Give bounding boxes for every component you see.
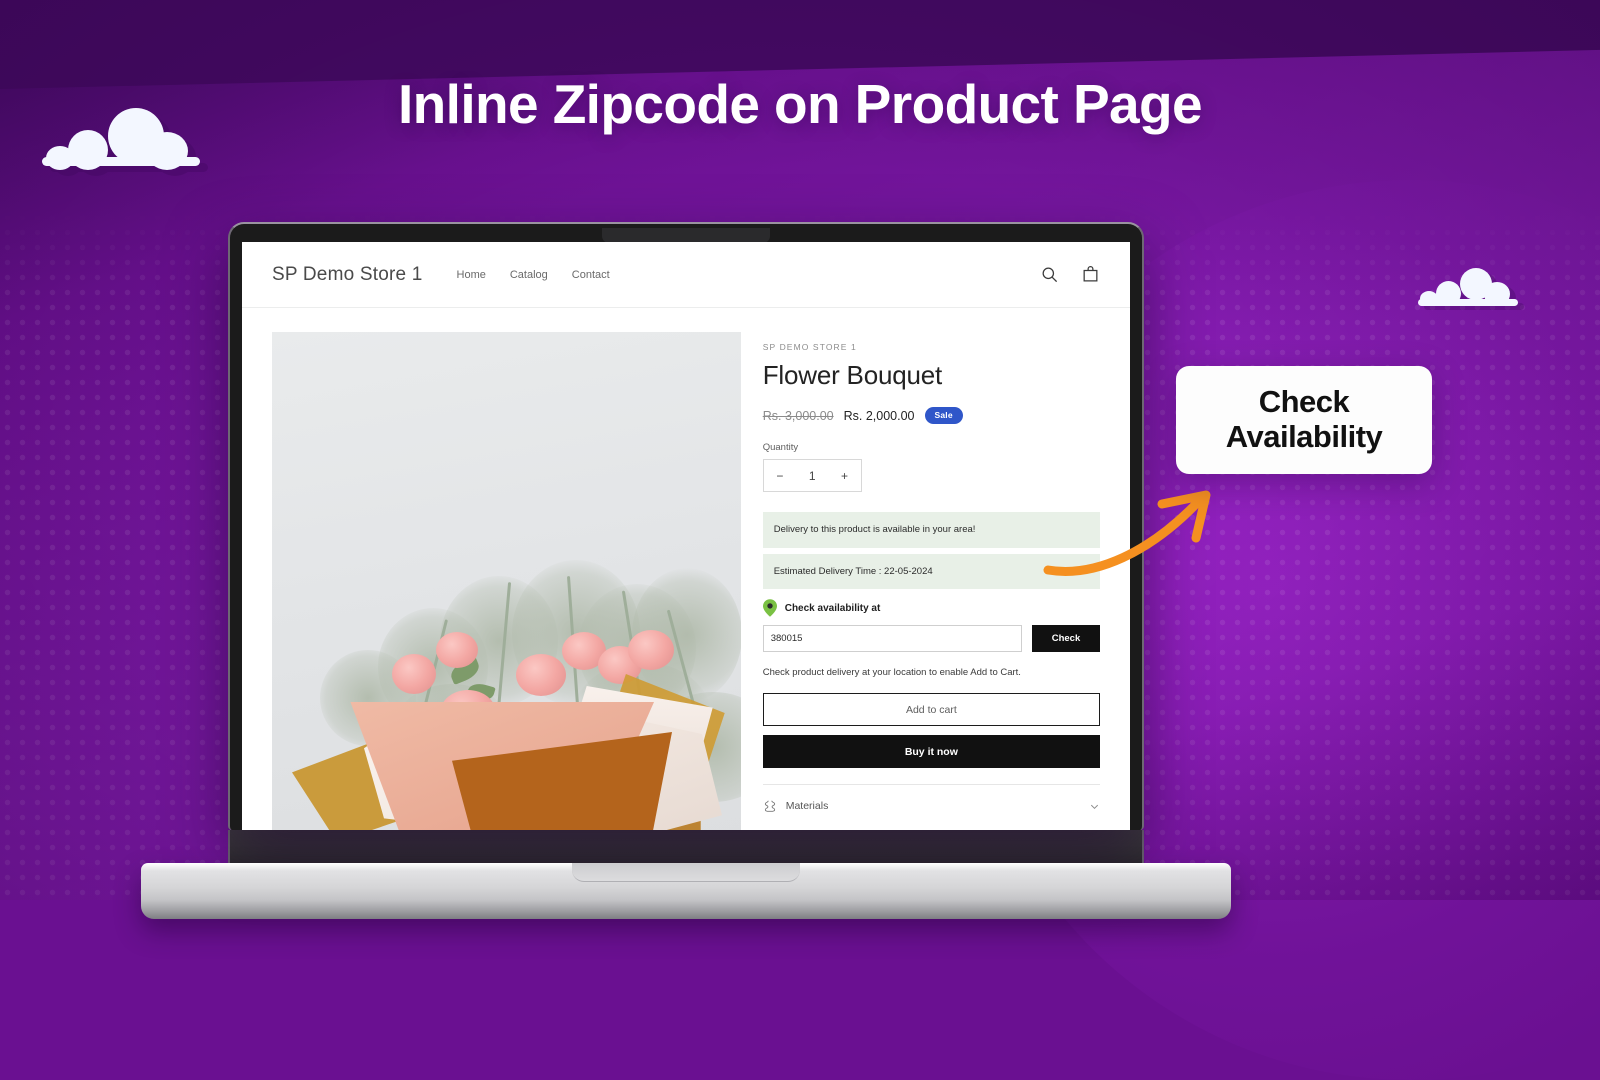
cart-icon[interactable] [1081,265,1100,284]
laptop-lid: SP Demo Store 1 Home Catalog Contact SP … [228,222,1144,830]
store-logo-title[interactable]: SP Demo Store 1 [272,264,423,286]
sale-badge: Sale [924,407,963,424]
buy-it-now-button[interactable]: Buy it now [762,735,1100,769]
laptop-hinge [228,830,1144,864]
add-to-cart-button[interactable]: Add to cart [762,693,1100,727]
laptop-trackpad-notch [572,863,800,882]
availability-label: Check availability at [784,602,881,614]
zipcode-row: Check [762,625,1100,653]
product-gallery [242,332,741,830]
price-row: Rs. 3,000.00 Rs. 2,000.00 Sale [763,407,1100,424]
check-availability-callout: Check Availability [1176,366,1432,474]
search-icon[interactable] [1040,265,1059,284]
check-availability-button[interactable]: Check [1032,625,1100,653]
zipcode-input[interactable] [762,625,1022,653]
curved-arrow [1043,490,1211,576]
product-vendor: SP DEMO STORE 1 [762,342,857,352]
materials-accordion[interactable]: Materials [762,784,1100,813]
product-title: Flower Bouquet [762,360,943,390]
laptop-mockup: SP Demo Store 1 Home Catalog Contact SP … [141,222,1231,919]
nav-link-contact[interactable]: Contact [572,269,610,281]
chevron-down-icon[interactable] [1089,801,1100,812]
quantity-stepper[interactable]: − 1 + [762,459,862,492]
header-actions [1040,265,1100,284]
product-image[interactable] [272,332,741,830]
quantity-increase-button[interactable]: + [828,469,860,483]
location-pin-icon [762,599,777,617]
page-title: Inline Zipcode on Product Page [397,73,1203,135]
store-nav: Home Catalog Contact [457,269,610,281]
nav-link-catalog[interactable]: Catalog [510,269,548,281]
materials-icon [764,800,775,812]
availability-row: Check availability at [762,599,1100,617]
add-to-cart-hint: Check product delivery at your location … [762,667,1021,679]
cloud-right-decoration [1418,268,1518,306]
product-section: SP DEMO STORE 1 Flower Bouquet Rs. 3,000… [242,308,1130,830]
store-header: SP Demo Store 1 Home Catalog Contact [242,242,1130,308]
quantity-decrease-button[interactable]: − [764,469,796,483]
compare-at-price: Rs. 3,000.00 [762,408,834,423]
laptop-base [141,863,1231,919]
browser-screen: SP Demo Store 1 Home Catalog Contact SP … [242,242,1130,830]
quantity-label: Quantity [762,442,799,453]
current-price: Rs. 2,000.00 [843,408,915,423]
laptop-camera-notch [602,228,770,243]
quantity-value[interactable]: 1 [796,469,828,483]
callout-text: Check Availability [1225,384,1383,454]
nav-link-home[interactable]: Home [457,269,486,281]
materials-label: Materials [785,800,829,813]
